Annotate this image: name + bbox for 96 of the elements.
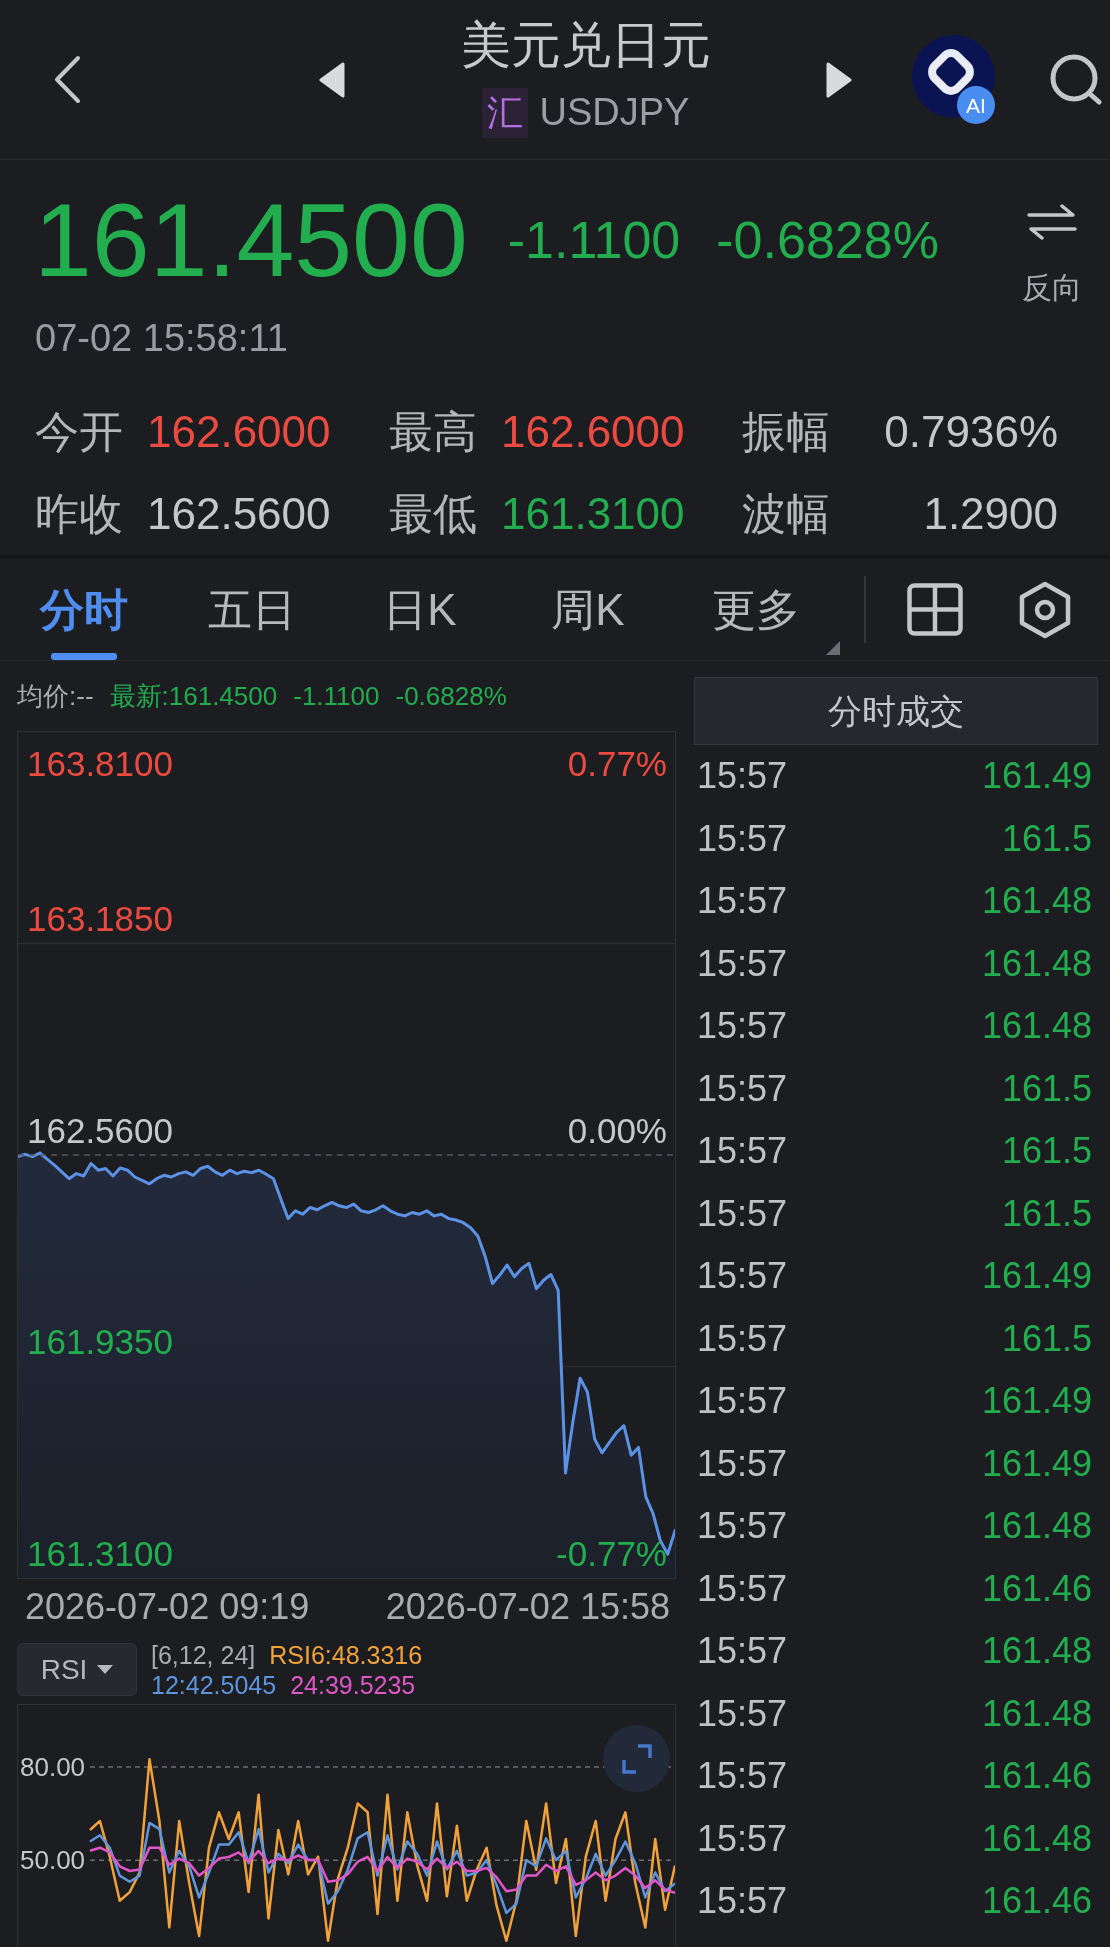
- trade-time: 15:57: [697, 1379, 788, 1424]
- rsi-axis-label: 50.00: [20, 1845, 86, 1876]
- trade-time: 15:57: [697, 1441, 788, 1486]
- stat-label: 波幅: [742, 488, 831, 540]
- trade-price: 161.46: [981, 1879, 1092, 1924]
- stat-value: 162.6000: [147, 406, 332, 458]
- stat-label: 最低: [389, 488, 478, 540]
- latest-price: 最新:161.4500: [109, 679, 278, 713]
- last-price: 161.4500: [34, 188, 468, 292]
- trade-time: 15:57: [697, 1816, 788, 1861]
- price-change: -1.1100: [507, 214, 681, 266]
- price-axis-label: 163.8100: [27, 743, 173, 783]
- latest-change: -1.1100: [293, 679, 380, 713]
- trade-time: 15:57: [697, 1191, 788, 1236]
- indicator-reading: 12:42.5045: [151, 1669, 277, 1700]
- trade-price: 161.48: [981, 1629, 1092, 1674]
- percent-axis-label: 0.00%: [567, 1110, 667, 1150]
- chart-tab[interactable]: 分时: [0, 559, 168, 660]
- left-triangle-icon: [319, 61, 345, 98]
- chart-tab[interactable]: 日K: [336, 559, 504, 660]
- right-triangle-icon: [826, 61, 852, 98]
- trade-time: 15:57: [697, 1629, 788, 1674]
- trade-price: 161.48: [981, 1004, 1092, 1049]
- trade-time: 15:57: [697, 1504, 788, 1549]
- trade-time: 15:57: [697, 1691, 788, 1736]
- stat-value: 162.6000: [501, 406, 686, 458]
- trades-header: 分时成交: [694, 677, 1098, 745]
- page-title: 美元兑日元: [460, 15, 711, 74]
- rsi-axis-label: 80.00: [20, 1752, 86, 1783]
- trade-time: 15:57: [697, 1004, 788, 1049]
- trade-price: 161.5: [1001, 1066, 1092, 1111]
- price-change-percent: -0.6828%: [716, 214, 939, 266]
- trade-price: 161.5: [1001, 816, 1092, 861]
- trade-time: 15:57: [697, 1254, 788, 1299]
- trade-time: 15:57: [697, 1066, 788, 1111]
- ai-badge: AI: [957, 86, 995, 124]
- price-axis-label: 163.1850: [27, 899, 173, 938]
- trade-price: 161.49: [981, 1254, 1092, 1299]
- trade-time: 15:57: [697, 1566, 788, 1611]
- chart-tab[interactable]: 五日: [168, 559, 336, 660]
- back-chevron-icon: [53, 55, 81, 104]
- percent-axis-label: 0.77%: [567, 743, 667, 783]
- chart-tab[interactable]: 周K: [504, 559, 672, 660]
- trade-price: 161.48: [981, 1816, 1092, 1861]
- indicator-params: [6,12, 24]: [151, 1639, 256, 1670]
- grid-icon: [907, 583, 963, 636]
- stat-label: 振幅: [742, 406, 831, 458]
- trade-price: 161.49: [981, 1379, 1092, 1424]
- trade-time: 15:57: [697, 1879, 788, 1924]
- trade-time: 15:57: [697, 879, 788, 924]
- trade-price: 161.49: [981, 754, 1092, 799]
- settings-icon: [1018, 580, 1072, 639]
- stat-label: 今开: [35, 406, 124, 458]
- trade-price: 161.5: [1001, 1129, 1092, 1174]
- stat-value: 0.7936%: [884, 406, 1058, 458]
- trade-price: 161.48: [981, 1504, 1092, 1549]
- caret-down-icon: [97, 1665, 114, 1674]
- stat-label: 最高: [389, 406, 478, 458]
- market-badge: 汇: [481, 87, 528, 138]
- trade-time: 15:57: [697, 1129, 788, 1174]
- indicator-reading: 24:39.5235: [290, 1669, 416, 1700]
- trade-time: 15:57: [697, 816, 788, 861]
- trade-price: 161.46: [981, 1754, 1092, 1799]
- expand-icon: [621, 1743, 652, 1774]
- average-price: 均价:--: [17, 679, 94, 713]
- trade-price: 161.48: [981, 1691, 1092, 1736]
- trade-price: 161.49: [981, 1441, 1092, 1486]
- corner-triangle-icon: [826, 641, 840, 655]
- price-axis-label: 162.5600: [27, 1110, 173, 1150]
- trade-price: 161.48: [981, 879, 1092, 924]
- reverse-button[interactable]: 反向: [1017, 204, 1087, 305]
- indicator-reading: RSI6:48.3316: [269, 1639, 423, 1670]
- symbol-text: USDJPY: [539, 90, 690, 135]
- percent-axis-label: -0.77%: [556, 1533, 667, 1573]
- trade-price: 161.48: [981, 941, 1092, 986]
- trade-time: 15:57: [697, 941, 788, 986]
- stat-label: 昨收: [35, 488, 124, 540]
- time-axis-label: 2026-07-02 15:58: [385, 1585, 670, 1629]
- price-axis-label: 161.3100: [27, 1533, 173, 1573]
- trade-price: 161.5: [1001, 1316, 1092, 1361]
- quote-timestamp: 07-02 15:58:11: [35, 315, 288, 361]
- stat-value: 1.2900: [923, 488, 1058, 540]
- layout-grid-button[interactable]: [906, 580, 964, 639]
- search-icon: [1048, 54, 1102, 105]
- trade-price: 161.46: [981, 1566, 1092, 1611]
- trade-time: 15:57: [697, 1316, 788, 1361]
- stat-value: 162.5600: [147, 488, 332, 540]
- stat-value: 161.3100: [501, 488, 686, 540]
- trade-time: 15:57: [697, 1754, 788, 1799]
- latest-change-percent: -0.6828%: [395, 679, 507, 713]
- time-axis-label: 2026-07-02 09:19: [25, 1585, 310, 1629]
- indicator-select[interactable]: RSI: [17, 1643, 137, 1696]
- chart-tab[interactable]: 更多: [672, 559, 840, 660]
- trade-time: 15:57: [697, 754, 788, 799]
- trade-price: 161.5: [1001, 1191, 1092, 1236]
- price-axis-label: 161.9350: [27, 1322, 173, 1361]
